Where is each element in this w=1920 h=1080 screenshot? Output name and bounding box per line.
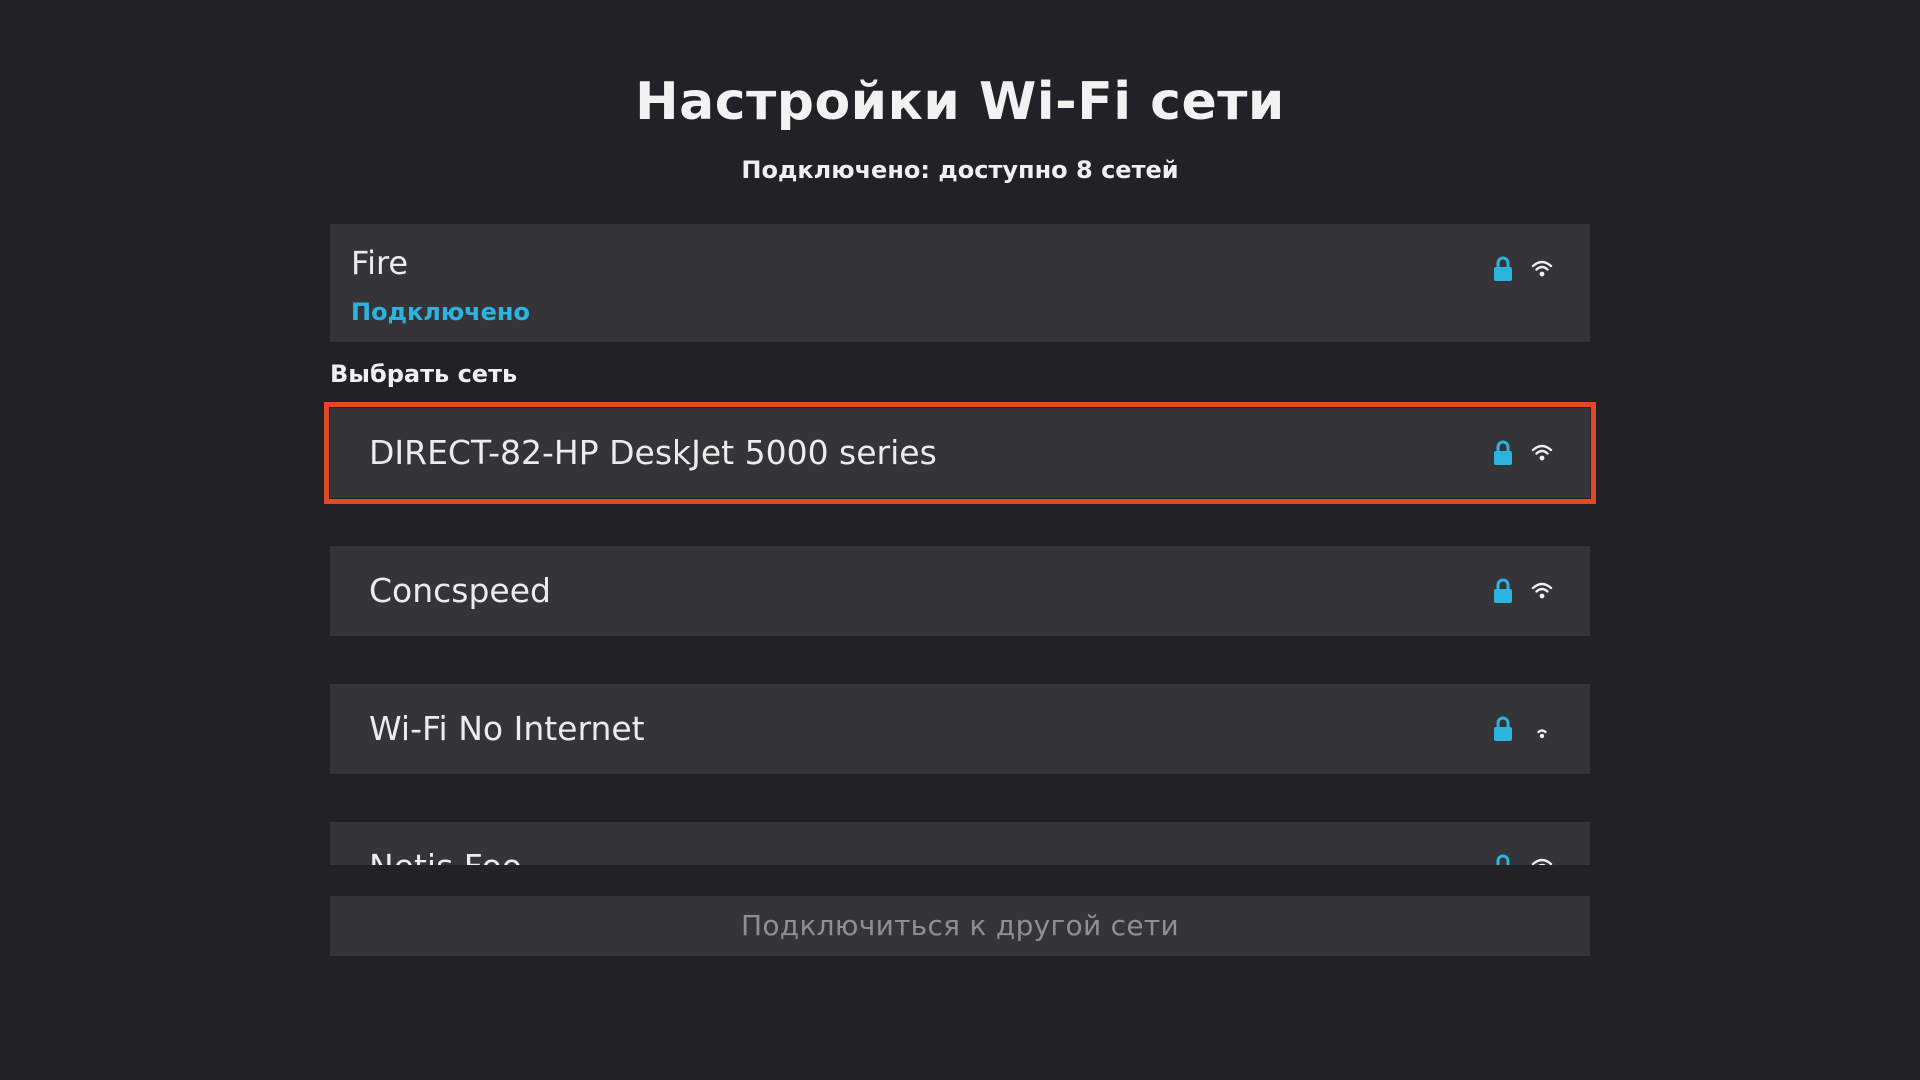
wifi-signal-icon bbox=[1531, 441, 1553, 463]
wifi-signal-icon bbox=[1531, 257, 1553, 279]
network-list[interactable]: DIRECT-82-HP DeskJet 5000 series Concspe… bbox=[320, 398, 1600, 865]
network-item-direct-82-hp[interactable]: DIRECT-82-HP DeskJet 5000 series bbox=[324, 402, 1596, 504]
wifi-signal-icon bbox=[1531, 579, 1553, 601]
network-name: Concspeed bbox=[369, 571, 551, 610]
lock-icon bbox=[1492, 578, 1514, 604]
lock-icon bbox=[1492, 854, 1514, 865]
wifi-signal-weak-icon bbox=[1531, 717, 1553, 739]
lock-icon bbox=[1492, 256, 1514, 282]
network-item-wifi-no-internet[interactable]: Wi-Fi No Internet bbox=[330, 684, 1590, 774]
connect-other-network-button[interactable]: Подключиться к другой сети bbox=[330, 896, 1590, 956]
network-name: Wi-Fi No Internet bbox=[369, 709, 645, 748]
connected-status-label: Подключено bbox=[351, 298, 530, 326]
wifi-settings-screen: Настройки Wi-Fi сети Подключено: доступн… bbox=[0, 0, 1920, 1080]
network-name: Netis Foo bbox=[369, 822, 522, 865]
connected-network-card[interactable]: Fire Подключено bbox=[330, 224, 1590, 342]
connected-network-name: Fire bbox=[351, 244, 409, 282]
lock-icon bbox=[1492, 716, 1514, 742]
choose-network-label: Выбрать сеть bbox=[330, 360, 518, 388]
lock-icon bbox=[1492, 440, 1514, 466]
page-subtitle: Подключено: доступно 8 сетей bbox=[741, 156, 1179, 184]
wifi-signal-icon bbox=[1531, 855, 1553, 865]
network-name: DIRECT-82-HP DeskJet 5000 series bbox=[369, 433, 937, 472]
page-title: Настройки Wi-Fi сети bbox=[635, 72, 1285, 132]
network-item-netis-foo[interactable]: Netis Foo bbox=[330, 822, 1590, 865]
network-item-concspeed[interactable]: Concspeed bbox=[330, 546, 1590, 636]
